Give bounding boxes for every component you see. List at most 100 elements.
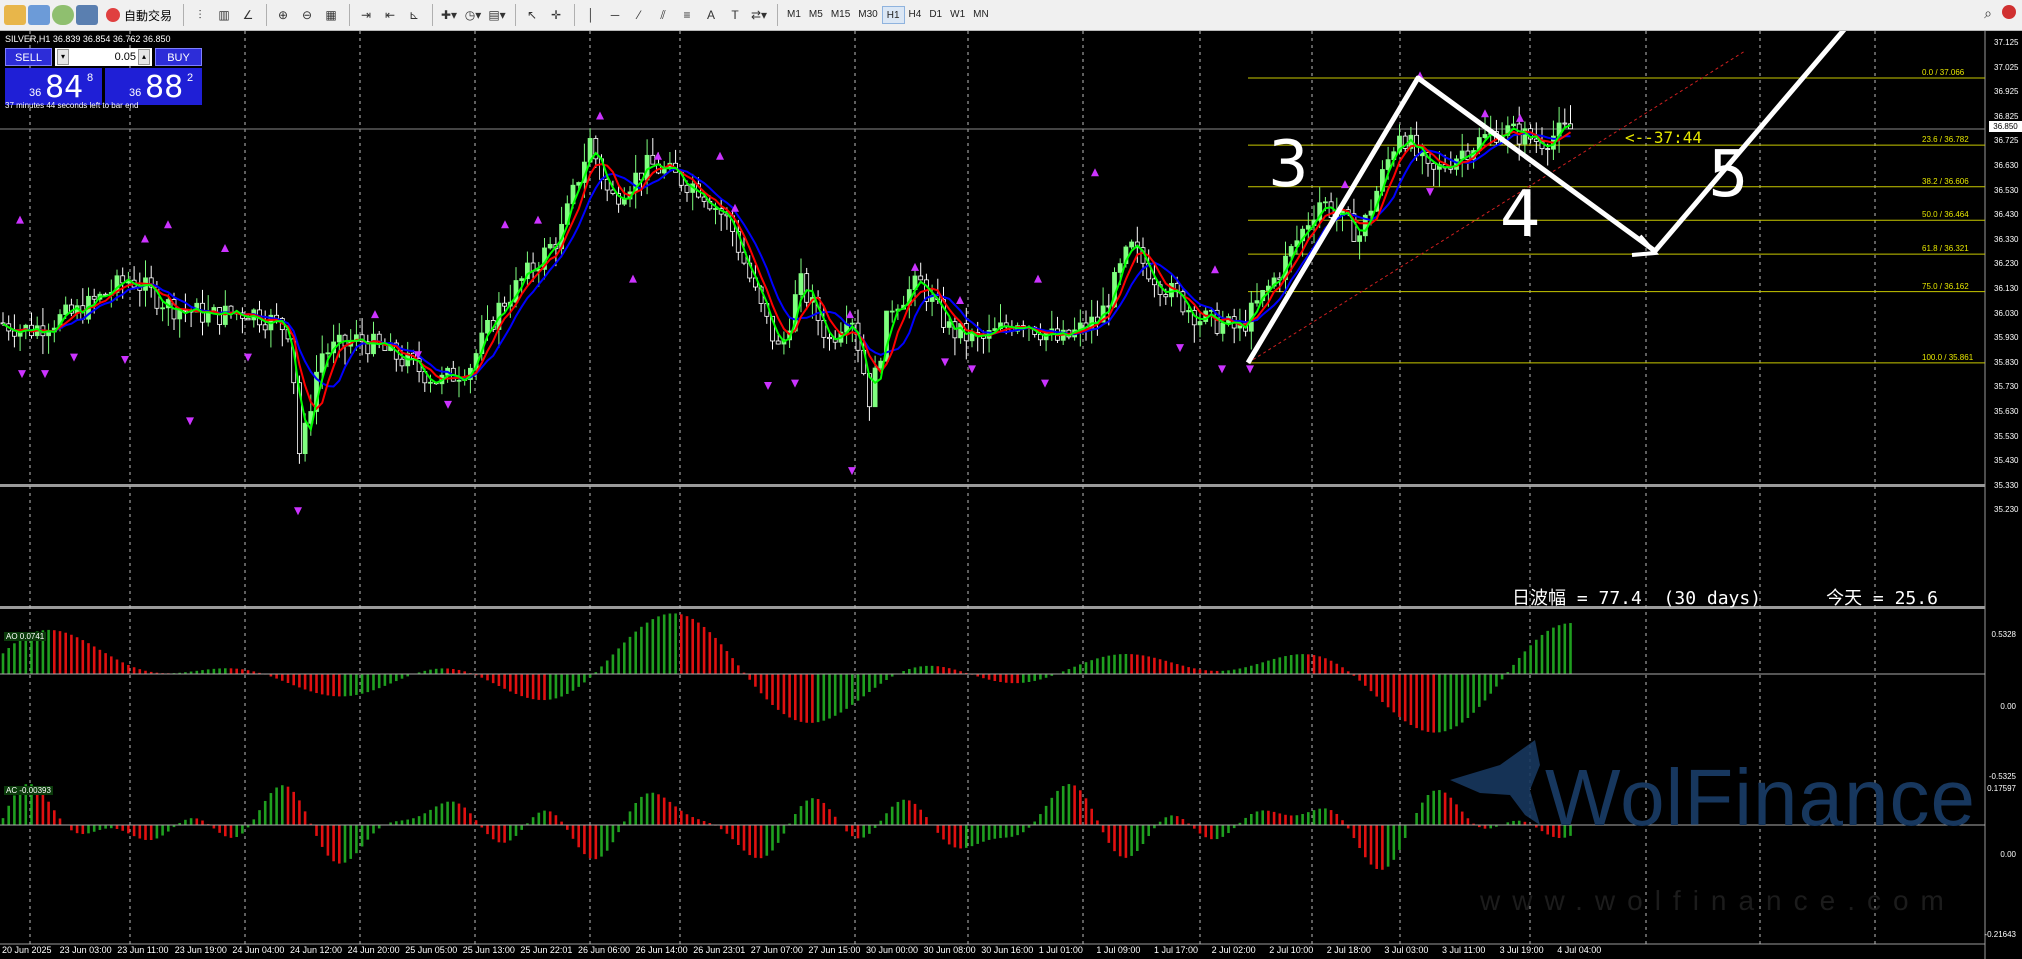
time-tick: 2 Jul 02:00 — [1211, 945, 1256, 955]
time-tick: 23 Jun 03:00 — [59, 945, 112, 955]
fibonacci-icon[interactable]: ≡ — [676, 4, 698, 26]
time-tick: 26 Jun 06:00 — [578, 945, 631, 955]
fractal-down-marker — [1246, 365, 1254, 374]
horizontal-line-icon[interactable]: ─ — [604, 4, 626, 26]
candle-body — [889, 310, 895, 313]
timeframe-m5[interactable]: M5 — [805, 6, 827, 24]
fractal-up-marker — [629, 274, 637, 283]
sell-price-prefix: 36 — [29, 87, 42, 99]
candle-body — [160, 307, 166, 310]
lot-up-icon[interactable]: ▴ — [138, 49, 150, 65]
separator — [515, 4, 517, 26]
price-tick: 37.125 — [1994, 38, 2019, 47]
fib-level-label: 23.6 / 36.782 — [1922, 135, 1969, 145]
notification-icon[interactable] — [2002, 5, 2016, 19]
time-tick: 24 Jun 12:00 — [290, 945, 343, 955]
candle-body — [262, 324, 268, 331]
crosshair-icon[interactable]: ✛ — [545, 4, 567, 26]
fractal-down-marker — [121, 355, 129, 364]
tile-windows-icon[interactable]: ▦ — [320, 4, 342, 26]
templates-icon[interactable]: ▤▾ — [486, 4, 508, 26]
arrows-icon[interactable]: ⇄▾ — [748, 4, 770, 26]
sell-button[interactable]: SELL — [5, 48, 52, 66]
candle-body — [1163, 294, 1169, 298]
fractal-up-marker — [1341, 180, 1349, 189]
candlestick-icon[interactable]: ▥ — [213, 4, 235, 26]
fractal-down-marker — [1041, 379, 1049, 388]
buy-price-prefix: 36 — [129, 87, 142, 99]
timeframe-w1[interactable]: W1 — [946, 6, 969, 24]
wave-projection-line — [1245, 31, 1847, 365]
sell-price[interactable]: 36 84 8 — [5, 68, 102, 105]
wave-number-4: 4 — [1500, 178, 1541, 252]
timeframe-h1[interactable]: H1 — [881, 6, 905, 24]
candle-body — [849, 322, 855, 325]
timeframe-mn[interactable]: MN — [969, 6, 993, 24]
time-tick: 1 Jul 17:00 — [1154, 945, 1199, 955]
time-tick: 26 Jun 14:00 — [635, 945, 688, 955]
data-window-icon[interactable] — [76, 5, 98, 25]
chart-shift-icon[interactable]: ⇤ — [379, 4, 401, 26]
time-tick: 23 Jun 19:00 — [174, 945, 227, 955]
text-icon[interactable]: A — [700, 4, 722, 26]
channel-icon[interactable]: ⫽ — [652, 4, 674, 26]
ao-min: -0.5325 — [1988, 772, 2016, 781]
timeframe-m1[interactable]: M1 — [783, 6, 805, 24]
cursor-icon[interactable]: ↖ — [521, 4, 543, 26]
time-tick: 27 Jun 07:00 — [750, 945, 803, 955]
toolbar: 自動交易 ⫶ ▥ ∠ ⊕ ⊖ ▦ ⇥ ⇤ ⊾ ✚▾ ◷▾ ▤▾ ↖ ✛ │ ─ … — [0, 0, 2022, 31]
candle-body — [547, 243, 553, 249]
current-price-tag: 36.850 — [1989, 121, 2022, 132]
ruler-icon[interactable]: ⊾ — [403, 4, 425, 26]
price-tick: 36.230 — [1994, 259, 2019, 269]
fractal-down-marker — [41, 370, 49, 379]
buy-button[interactable]: BUY — [155, 48, 202, 66]
time-tick: 3 Jul 11:00 — [1442, 945, 1486, 955]
autotrade-button[interactable]: 自動交易 — [100, 7, 178, 24]
label-icon[interactable]: T — [724, 4, 746, 26]
watermark-url: www.wolfinance.com — [1480, 885, 1956, 916]
profile-icon[interactable] — [28, 5, 50, 25]
bar-chart-icon[interactable]: ⫶ — [189, 4, 211, 26]
buy-price[interactable]: 36 88 2 — [105, 68, 202, 105]
price-tick: 35.730 — [1994, 382, 2019, 392]
zoom-in-icon[interactable]: ⊕ — [272, 4, 294, 26]
time-tick: 3 Jul 03:00 — [1384, 945, 1429, 955]
fractal-up-marker — [596, 111, 604, 120]
search-icon[interactable]: ⌕ — [1984, 5, 1992, 22]
timeframe-m30[interactable]: M30 — [854, 6, 881, 24]
fractal-up-marker — [846, 310, 854, 319]
timeframe-m15[interactable]: M15 — [827, 6, 854, 24]
ma-green-line — [2, 124, 1571, 433]
indicators-icon[interactable]: ✚▾ — [438, 4, 460, 26]
time-tick: 4 Jul 04:00 — [1557, 945, 1602, 955]
globe-icon[interactable] — [52, 5, 74, 25]
candle-body — [1254, 300, 1260, 304]
autoscroll-icon[interactable]: ⇥ — [355, 4, 377, 26]
trendline-icon[interactable]: ⁄ — [628, 4, 650, 26]
fractal-down-marker — [941, 358, 949, 367]
fractal-up-marker — [1034, 274, 1042, 283]
timeframe-d1[interactable]: D1 — [925, 6, 946, 24]
candle-body — [399, 358, 405, 367]
separator — [777, 4, 779, 26]
candle-body — [485, 320, 490, 334]
periods-icon[interactable]: ◷▾ — [462, 4, 484, 26]
toolbar-right: ⌕ — [1984, 5, 2016, 22]
lot-down-icon[interactable]: ▾ — [57, 49, 69, 65]
fractal-down-marker — [764, 381, 772, 390]
vertical-line-icon[interactable]: │ — [580, 4, 602, 26]
fractal-up-marker — [1211, 265, 1219, 274]
time-tick: 2 Jul 18:00 — [1326, 945, 1371, 955]
candles — [0, 105, 1573, 464]
candle-body — [46, 331, 51, 337]
line-chart-icon[interactable]: ∠ — [237, 4, 259, 26]
price-tick: 35.630 — [1994, 407, 2019, 416]
time-tick: 26 Jun 23:01 — [693, 945, 746, 955]
zoom-out-icon[interactable]: ⊖ — [296, 4, 318, 26]
fractal-up-marker — [1481, 109, 1489, 118]
folder-icon[interactable] — [4, 5, 26, 25]
price-tick: 35.530 — [1994, 431, 2019, 441]
timeframe-h4[interactable]: H4 — [905, 6, 926, 24]
candle-body — [319, 353, 325, 373]
